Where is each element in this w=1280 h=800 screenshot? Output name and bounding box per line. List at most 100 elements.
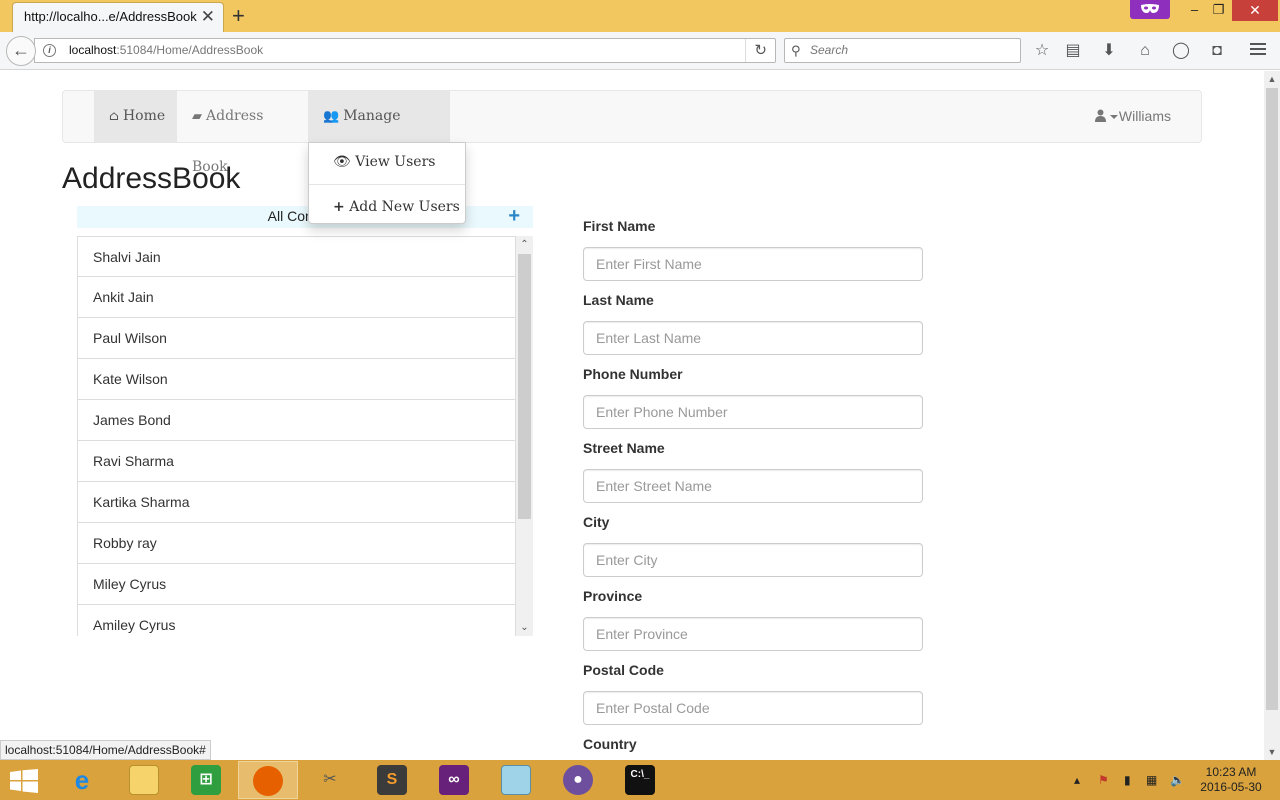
new-tab-button[interactable]: +	[232, 3, 245, 29]
reload-icon[interactable]: ↻	[745, 39, 767, 62]
plus-icon: +	[333, 199, 345, 215]
contacts-scrollbar[interactable]: ⌃ ⌄	[516, 236, 533, 636]
contact-list-item[interactable]: Ankit Jain	[77, 277, 516, 318]
first-name-label: First Name	[583, 218, 656, 234]
contact-list-item[interactable]: Kate Wilson	[77, 359, 516, 400]
clock-date: 2016-05-30	[1200, 780, 1262, 794]
city-group: City	[583, 512, 923, 577]
battery-icon[interactable]: ▮	[1124, 760, 1131, 800]
contacts-scroll-thumb[interactable]	[518, 254, 531, 519]
contacts-list: Shalvi Jain Ankit Jain Paul Wilson Kate Wil…	[77, 236, 533, 636]
eye-icon: 👁	[333, 154, 351, 170]
reading-list-icon[interactable]: ▤	[1062, 40, 1084, 62]
contact-list-item[interactable]: Ravi Sharma	[77, 441, 516, 482]
users-icon: 👥	[323, 109, 340, 124]
postal-code-group: Postal Code	[583, 660, 923, 725]
add-contact-icon[interactable]: +	[508, 206, 520, 226]
city-input[interactable]	[583, 543, 923, 577]
page-scrollbar[interactable]: ▲ ▼	[1264, 71, 1280, 760]
search-icon: ⚲	[791, 43, 801, 58]
street-name-group: Street Name	[583, 438, 923, 503]
home-icon: ⌂	[109, 109, 119, 124]
taskbar-firefox-icon[interactable]	[238, 761, 298, 799]
taskbar-visual-studio-icon[interactable]: ∞	[424, 761, 484, 799]
maximize-button[interactable]: ❐	[1204, 0, 1233, 21]
tab-close-icon[interactable]: ✕	[201, 3, 215, 31]
book-icon: ▰	[192, 109, 202, 124]
action-center-icon[interactable]: ⚑	[1098, 760, 1109, 800]
phone-number-label: Phone Number	[583, 366, 683, 382]
taskbar-internet-explorer-icon[interactable]: e	[52, 761, 112, 799]
country-label: Country	[583, 736, 637, 752]
taskbar-clock[interactable]: 10:23 AM 2016-05-30	[1196, 765, 1266, 795]
chat-icon[interactable]: ◯	[1170, 40, 1192, 62]
contact-list-item[interactable]: Paul Wilson	[77, 318, 516, 359]
url-bar[interactable]: i localhost:51084/Home/AddressBook ↻	[34, 38, 776, 63]
first-name-input[interactable]	[583, 247, 923, 281]
dropdown-divider	[309, 184, 465, 185]
app-navbar: ⌂Home ▰Address Book 👥Manage Users Willia…	[62, 90, 1202, 175]
menu-icon[interactable]	[1250, 43, 1266, 58]
tab-title: http://localho...e/AddressBook	[24, 9, 197, 24]
taskbar-notepad-icon[interactable]	[486, 761, 546, 799]
clock-time: 10:23 AM	[1205, 765, 1257, 779]
downloads-icon[interactable]: ⬇	[1098, 40, 1120, 62]
first-name-group: First Name	[583, 216, 923, 281]
user-menu[interactable]: Williams	[1094, 91, 1171, 143]
taskbar-file-explorer-icon[interactable]	[114, 761, 174, 799]
page-title: AddressBook	[62, 162, 241, 195]
windows-start-icon[interactable]	[10, 769, 38, 798]
province-label: Province	[583, 588, 643, 604]
contacts-scroll-up-icon[interactable]: ⌃	[516, 236, 533, 253]
city-label: City	[583, 514, 610, 530]
contact-list-item[interactable]: Shalvi Jain	[77, 236, 516, 277]
network-icon[interactable]: ▦	[1146, 760, 1157, 800]
taskbar-command-prompt-icon[interactable]: C:\_	[610, 761, 670, 799]
status-bar-link: localhost:51084/Home/AddressBook#	[0, 740, 211, 760]
last-name-group: Last Name	[583, 290, 923, 355]
search-bar[interactable]: ⚲ Search	[784, 38, 1021, 63]
scroll-down-icon[interactable]: ▼	[1264, 744, 1280, 760]
menu-item-add-new-users[interactable]: + Add New Users	[309, 192, 465, 222]
nav-home[interactable]: ⌂ Home	[94, 91, 177, 142]
contact-list-item[interactable]: Robby ray	[77, 523, 516, 564]
menu-item-view-users[interactable]: 👁 View Users	[309, 147, 465, 177]
last-name-input[interactable]	[583, 321, 923, 355]
browser-toolbar: i localhost:51084/Home/AddressBook ↻ ← ⚲…	[0, 32, 1280, 70]
site-info-icon[interactable]: i	[43, 44, 56, 57]
pocket-icon[interactable]: ◘	[1206, 40, 1228, 62]
taskbar-windows-store-icon[interactable]: ⊞	[176, 761, 236, 799]
taskbar-sublime-text-icon[interactable]: S	[362, 761, 422, 799]
nav-manage-users[interactable]: 👥Manage Users	[308, 91, 450, 175]
contact-list-item[interactable]: Amiley Cyrus	[77, 605, 516, 636]
nav-address-book[interactable]: ▰ Address Book	[177, 91, 308, 175]
private-browsing-icon	[1130, 0, 1170, 19]
postal-code-input[interactable]	[583, 691, 923, 725]
contacts-scroll-down-icon[interactable]: ⌄	[516, 619, 533, 636]
tray-expand-icon[interactable]: ▴	[1074, 760, 1080, 800]
back-button[interactable]: ←	[6, 36, 36, 66]
contact-list-item[interactable]: Miley Cyrus	[77, 564, 516, 605]
home-icon[interactable]: ⌂	[1134, 40, 1156, 62]
user-icon	[1094, 92, 1106, 143]
phone-number-input[interactable]	[583, 395, 923, 429]
phone-number-group: Phone Number	[583, 364, 923, 429]
street-name-label: Street Name	[583, 440, 665, 456]
search-placeholder: Search	[810, 43, 849, 57]
windows-taskbar: e ⊞ ✂ S ∞ ● C:\_	[0, 760, 1280, 800]
close-window-button[interactable]: ✕	[1232, 0, 1278, 21]
browser-tab[interactable]: http://localho...e/AddressBook ✕	[12, 2, 224, 32]
contact-list-item[interactable]: James Bond	[77, 400, 516, 441]
taskbar-github-icon[interactable]: ●	[548, 761, 608, 799]
street-name-input[interactable]	[583, 469, 923, 503]
province-group: Province	[583, 586, 923, 651]
contact-list-item[interactable]: Kartika Sharma	[77, 482, 516, 523]
scroll-up-icon[interactable]: ▲	[1264, 71, 1280, 87]
volume-icon[interactable]: 🔈	[1170, 760, 1185, 800]
scroll-thumb[interactable]	[1266, 88, 1278, 710]
manage-users-dropdown: 👁 View Users + Add New Users	[308, 142, 466, 224]
postal-code-label: Postal Code	[583, 662, 664, 678]
province-input[interactable]	[583, 617, 923, 651]
bookmark-star-icon[interactable]: ☆	[1031, 40, 1053, 62]
taskbar-tools-icon[interactable]: ✂	[300, 761, 360, 799]
